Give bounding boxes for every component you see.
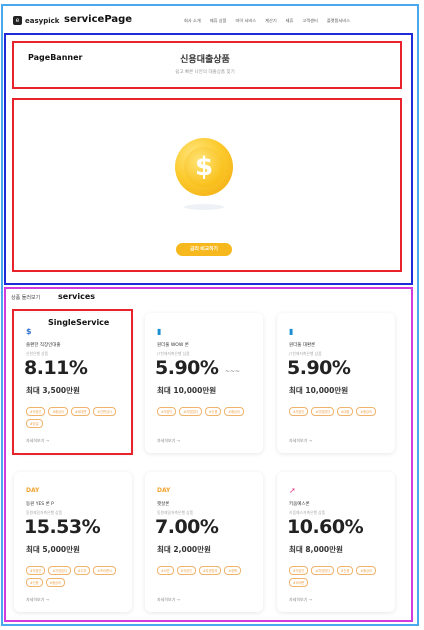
day-logo-icon: DAY	[157, 487, 171, 494]
interest-rate: 7.00%	[155, 516, 219, 538]
product-tag: #자영업자	[311, 566, 334, 575]
product-tag: #중금리	[356, 407, 376, 416]
product-tags: #직장인 #자영업자 #주부 #프리랜서 #신용 #중금리	[26, 566, 130, 587]
product-tag: #중금리	[45, 578, 66, 587]
services-header: 상품 둘러보기	[11, 295, 41, 301]
product-name: 원더풀 대환론	[289, 343, 316, 348]
product-tags: #서민 #직장인 #자영업자 #정책	[157, 566, 261, 575]
product-tag: #직장인	[157, 407, 177, 416]
product-tag: #정책	[224, 566, 241, 575]
product-tag: #중금리	[224, 407, 244, 416]
service-card[interactable]: ▮ 원더풀 대환론 JT친애저축은행 상품 5.90% 최대 10,000만원 #직장인 #…	[277, 313, 395, 453]
loan-limit: 최대 2,000만원	[157, 545, 211, 554]
product-tag: #직장인	[26, 566, 46, 575]
loan-limit: 최대 5,000만원	[26, 545, 80, 554]
services-label: services	[58, 292, 96, 301]
rate-suffix: ~~~	[225, 368, 241, 375]
product-tags: #직장인 #자영업자 #신용 #중금리 #비대면	[289, 566, 393, 587]
single-service-frame	[12, 309, 133, 455]
product-tag: #직장인	[176, 566, 197, 575]
product-tag: #직장인	[289, 407, 309, 416]
details-link[interactable]: 자세히보기 →	[289, 438, 312, 444]
service-card[interactable]: DAY 햇살론 동원제일저축은행 상품 7.00% 최대 2,000만원 #서민 #직장인 #…	[145, 472, 263, 612]
bank-b-icon: ▮	[157, 327, 162, 336]
main-nav: 회사 소개 제휴 상품 마이 서비스 계산기 제휴 고객센터 플랫폼서비스	[184, 18, 359, 24]
product-tag: #비대면	[289, 578, 309, 587]
service-card[interactable]: DAY 동원 YES 론 P 동원제일저축은행 상품 15.53% 최대 5,000만원…	[14, 472, 132, 612]
nav-item[interactable]: 계산기	[265, 18, 277, 24]
logo-mark-icon: e	[13, 16, 22, 25]
details-link[interactable]: 자세히보기 →	[289, 597, 312, 603]
product-tag: #서민	[157, 566, 174, 575]
product-tag: #중금리	[356, 566, 376, 575]
product-tag: #프리랜서	[93, 566, 116, 575]
interest-rate: 5.90%	[155, 357, 219, 379]
nav-item[interactable]: 제휴	[286, 18, 294, 24]
product-name: 동원 YES 론 P	[26, 502, 54, 507]
product-tag: #자영업자	[179, 407, 202, 416]
page-banner-label: PageBanner	[28, 53, 83, 62]
product-tags: #직장인 #자영업자 #신용 #중금리	[157, 407, 261, 416]
page-banner-frame	[12, 41, 402, 89]
bank-b-icon: ▮	[289, 327, 294, 336]
loan-limit: 최대 10,000만원	[157, 386, 217, 395]
loan-limit: 최대 10,000만원	[289, 386, 349, 395]
details-link[interactable]: 자세히보기 →	[157, 438, 180, 444]
product-tags: #직장인 #자영업자 #대환 #중금리	[289, 407, 393, 416]
arrow-up-icon: ➚	[289, 486, 296, 495]
product-tag: #자영업자	[48, 566, 71, 575]
coin-illustration: $	[172, 138, 236, 214]
top-header: e easypick 회사 소개 제휴 상품 마이 서비스 계산기 제휴 고객센…	[8, 10, 416, 32]
nav-item[interactable]: 제휴 상품	[210, 18, 227, 24]
details-link[interactable]: 자세히보기 →	[26, 597, 49, 603]
interest-rate: 15.53%	[24, 516, 101, 538]
product-tag: #신용	[336, 566, 354, 575]
day-logo-icon: DAY	[26, 487, 40, 494]
logo-text: easypick	[25, 16, 60, 25]
loan-limit: 최대 8,000만원	[289, 545, 343, 554]
banner-subtitle: 쉽고 빠른 나만의 대출상품 찾기	[175, 70, 235, 75]
single-service-label: SingleService	[48, 318, 110, 327]
interest-rate: 5.90%	[287, 357, 351, 379]
details-link[interactable]: 자세히보기 →	[157, 597, 180, 603]
logo[interactable]: e easypick	[13, 16, 59, 25]
nav-item[interactable]: 플랫폼서비스	[327, 18, 350, 24]
service-card[interactable]: ➚ 키움예스론 키움예스저축은행 상품 10.60% 최대 8,000만원 #직장인 #자영…	[277, 472, 395, 612]
service-card[interactable]: ▮ 원더풀 WOW 론 JT친애저축은행 상품 5.90% ~~~ 최대 10,000만원…	[145, 313, 263, 453]
nav-item[interactable]: 고객센터	[302, 18, 317, 24]
interest-rate: 10.60%	[287, 516, 364, 538]
nav-item[interactable]: 마이 서비스	[236, 18, 257, 24]
product-tag: #주부	[73, 566, 91, 575]
compare-rates-button[interactable]: 금리 비교하기	[176, 243, 232, 256]
product-tag: #신용	[26, 578, 43, 587]
product-name: 키움예스론	[289, 502, 310, 507]
product-name: 원더풀 WOW 론	[157, 343, 189, 348]
banner-title: 신용대출상품	[180, 55, 230, 65]
product-tag: #직장인	[289, 566, 309, 575]
coin-icon: $	[175, 138, 233, 196]
product-tag: #자영업자	[199, 566, 222, 575]
product-tag: #신용	[204, 407, 222, 416]
coin-shadow	[184, 204, 224, 210]
product-name: 햇살론	[157, 502, 170, 507]
product-tag: #대환	[336, 407, 354, 416]
product-tag: #자영업자	[311, 407, 334, 416]
nav-item[interactable]: 회사 소개	[184, 18, 201, 24]
